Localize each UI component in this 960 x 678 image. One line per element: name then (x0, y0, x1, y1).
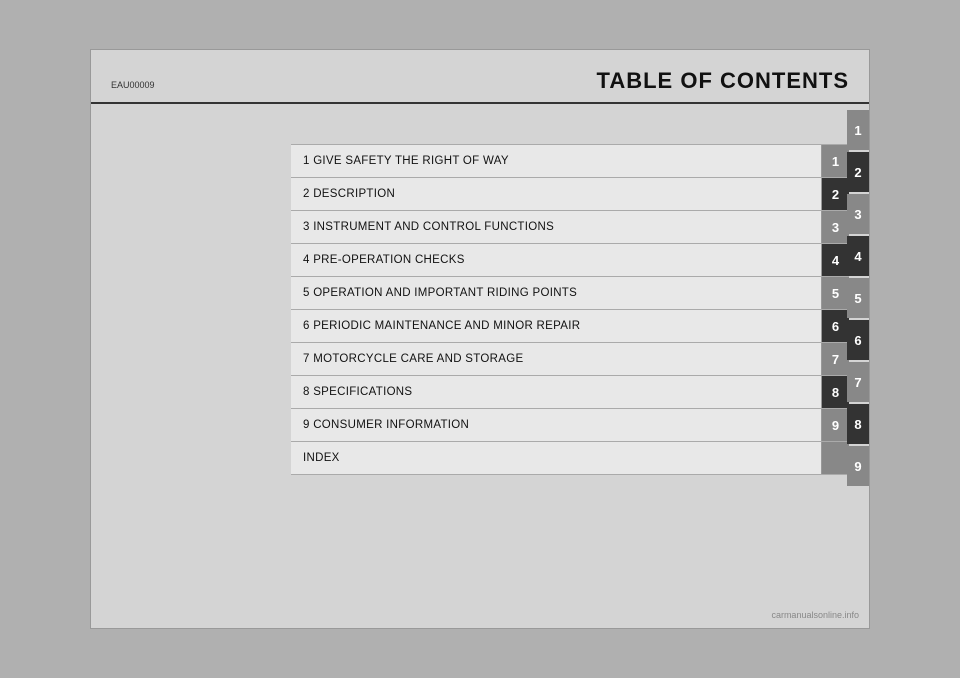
toc-number-tab: 8 (821, 376, 849, 408)
toc-cell: 7 MOTORCYCLE CARE AND STORAGE (291, 343, 821, 375)
toc-row[interactable]: 1 GIVE SAFETY THE RIGHT OF WAY1 (291, 144, 849, 178)
toc-row[interactable]: 4 PRE-OPERATION CHECKS4 (291, 244, 849, 277)
toc-row[interactable]: 9 CONSUMER INFORMATION9 (291, 409, 849, 442)
toc-number-tab: 5 (821, 277, 849, 309)
page-container: EAU00009 TABLE OF CONTENTS 1 GIVE SAFETY… (90, 49, 870, 629)
side-tab-9[interactable]: 9 (847, 446, 869, 486)
side-tab-5[interactable]: 5 (847, 278, 869, 318)
toc-cell: 3 INSTRUMENT AND CONTROL FUNCTIONS (291, 211, 821, 243)
toc-number-tab: 3 (821, 211, 849, 243)
toc-number-tab: 2 (821, 178, 849, 210)
toc-number-tab: 9 (821, 409, 849, 441)
toc-cell: INDEX (291, 442, 821, 474)
side-tab-2[interactable]: 2 (847, 152, 869, 192)
toc-cell: 9 CONSUMER INFORMATION (291, 409, 821, 441)
toc-row[interactable]: 3 INSTRUMENT AND CONTROL FUNCTIONS3 (291, 211, 849, 244)
toc-row[interactable]: INDEX (291, 442, 849, 475)
side-tab-4[interactable]: 4 (847, 236, 869, 276)
toc-cell: 8 SPECIFICATIONS (291, 376, 821, 408)
toc-number-tab (821, 442, 849, 474)
toc-row[interactable]: 7 MOTORCYCLE CARE AND STORAGE7 (291, 343, 849, 376)
side-tab-7[interactable]: 7 (847, 362, 869, 402)
side-tab-3[interactable]: 3 (847, 194, 869, 234)
toc-row[interactable]: 8 SPECIFICATIONS8 (291, 376, 849, 409)
toc-number-tab: 6 (821, 310, 849, 342)
side-tabs: 123456789 (847, 110, 869, 486)
toc-row[interactable]: 5 OPERATION AND IMPORTANT RIDING POINTS5 (291, 277, 849, 310)
toc-cell: 6 PERIODIC MAINTENANCE AND MINOR REPAIR (291, 310, 821, 342)
toc-row[interactable]: 6 PERIODIC MAINTENANCE AND MINOR REPAIR6 (291, 310, 849, 343)
toc-number-tab: 1 (821, 145, 849, 177)
toc-cell: 2 DESCRIPTION (291, 178, 821, 210)
toc-cell: 4 PRE-OPERATION CHECKS (291, 244, 821, 276)
toc-list: 1 GIVE SAFETY THE RIGHT OF WAY12 DESCRIP… (291, 144, 849, 475)
header-area: EAU00009 TABLE OF CONTENTS (91, 50, 869, 104)
side-tab-6[interactable]: 6 (847, 320, 869, 360)
toc-row[interactable]: 2 DESCRIPTION2 (291, 178, 849, 211)
doc-code: EAU00009 (111, 80, 155, 94)
toc-number-tab: 4 (821, 244, 849, 276)
toc-cell: 5 OPERATION AND IMPORTANT RIDING POINTS (291, 277, 821, 309)
toc-cell: 1 GIVE SAFETY THE RIGHT OF WAY (291, 145, 821, 177)
content-area: 1 GIVE SAFETY THE RIGHT OF WAY12 DESCRIP… (91, 104, 869, 495)
page-title: TABLE OF CONTENTS (597, 68, 849, 94)
side-tab-1[interactable]: 1 (847, 110, 869, 150)
watermark: carmanualsonline.info (771, 610, 859, 620)
side-tab-8[interactable]: 8 (847, 404, 869, 444)
toc-number-tab: 7 (821, 343, 849, 375)
